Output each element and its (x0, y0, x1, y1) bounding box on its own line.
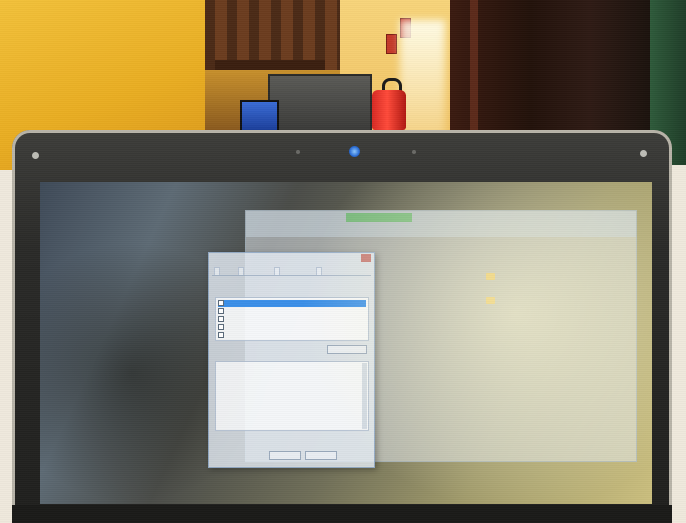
photo-scene (0, 0, 686, 523)
checkbox-icon[interactable] (218, 332, 224, 338)
background-monitor (268, 74, 372, 133)
checkbox-icon[interactable] (218, 316, 224, 322)
laptop-screen (40, 182, 652, 504)
fire-extinguisher-icon (372, 90, 406, 130)
checkbox-icon[interactable] (218, 324, 224, 330)
dialog-button[interactable] (269, 451, 301, 460)
bezel-screw (32, 152, 39, 159)
sunlight (400, 20, 445, 140)
dialog-tab[interactable] (238, 267, 244, 275)
mic-dot (412, 150, 416, 154)
screen-glare (300, 182, 652, 504)
webcam-icon (349, 146, 360, 157)
background-screen (240, 100, 279, 132)
bezel-screw (640, 150, 647, 157)
dialog-tab[interactable] (214, 267, 220, 275)
mic-dot (296, 150, 300, 154)
dialog-tab[interactable] (274, 267, 280, 275)
checkbox-icon[interactable] (218, 300, 224, 306)
checkbox-icon[interactable] (218, 308, 224, 314)
laptop-bottom-bezel (12, 505, 672, 523)
wall-sign (386, 34, 397, 54)
